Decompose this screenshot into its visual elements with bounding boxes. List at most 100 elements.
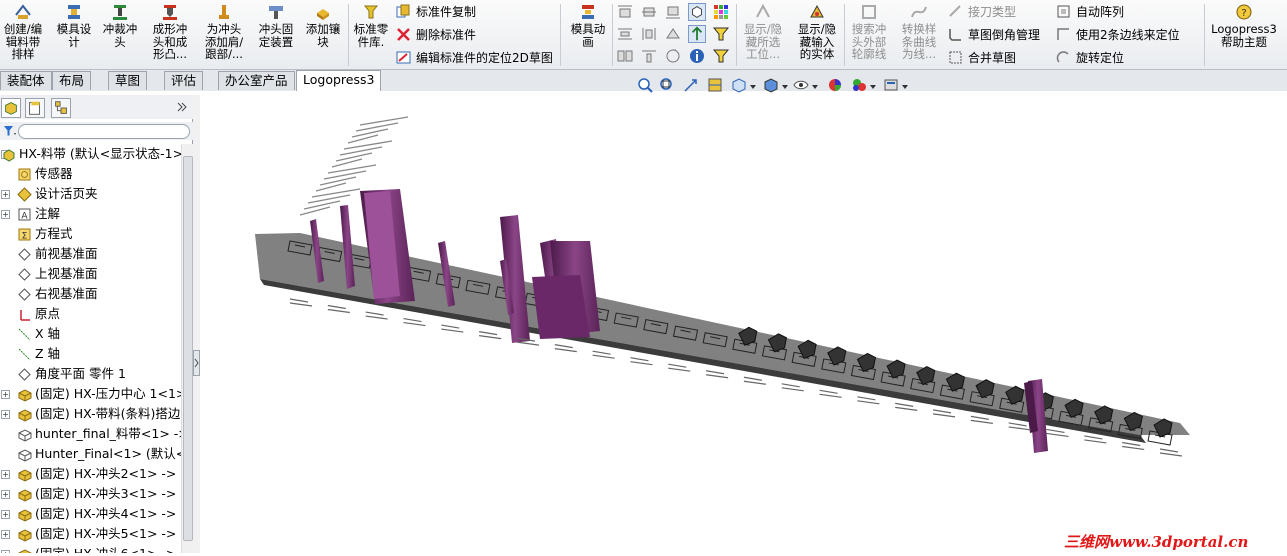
filter-punch-icon[interactable] xyxy=(712,25,730,43)
tree-item[interactable]: 前视基准面 xyxy=(0,244,181,264)
move-punch-icon[interactable] xyxy=(688,25,706,43)
tree-item[interactable]: + A 注解 xyxy=(0,204,181,224)
expand-icon[interactable]: + xyxy=(1,210,10,219)
tree-item[interactable]: + (固定) HX-冲头5<1> -> ( xyxy=(0,524,181,544)
dropdown-arrow-icon[interactable] xyxy=(901,83,909,91)
zoom-area-icon[interactable] xyxy=(658,76,676,94)
dropdown-arrow-icon[interactable] xyxy=(811,83,819,91)
punch-shoulder-button[interactable]: 为冲头 添加肩/ 跟部/... xyxy=(200,2,248,61)
convert-spline-button[interactable]: 转换样 条曲线 为线... xyxy=(896,2,942,61)
tree-item[interactable]: + (固定) HX-带料(条料)搭边 xyxy=(0,404,181,424)
tab-logopress3[interactable]: Logopress3 xyxy=(296,70,382,91)
die-animation-button[interactable]: 模具动 画 xyxy=(566,2,610,48)
rotate-positioning-button[interactable]: 旋转定位 xyxy=(1056,50,1124,65)
mirror-icon[interactable] xyxy=(616,47,634,65)
panel-splitter[interactable] xyxy=(193,95,200,553)
hide-show-icon[interactable] xyxy=(792,76,810,94)
expand-icon[interactable]: + xyxy=(1,190,10,199)
view-settings-icon[interactable] xyxy=(882,76,900,94)
previous-view-icon[interactable] xyxy=(682,76,700,94)
view-cube-icon[interactable] xyxy=(688,3,706,21)
filter-icon[interactable] xyxy=(3,124,17,138)
tab-assembly[interactable]: 装配体 xyxy=(0,71,52,90)
tab-evaluate[interactable]: 评估 xyxy=(164,71,204,90)
graphics-viewport[interactable] xyxy=(200,91,1287,553)
expand-icon[interactable]: + xyxy=(1,530,10,539)
offset-icon[interactable] xyxy=(664,25,682,43)
pattern-icon[interactable] xyxy=(640,47,658,65)
expand-icon[interactable]: + xyxy=(1,410,10,419)
tree-scrollbar-thumb[interactable] xyxy=(183,156,193,541)
edit-appearance-icon[interactable] xyxy=(826,76,844,94)
edit-positioning-sketch-button[interactable]: 编辑标准件的定位2D草图 xyxy=(396,50,553,65)
punch-fixing-button[interactable]: 冲头固 定装置 xyxy=(254,2,298,48)
two-edge-positioning-button[interactable]: 使用2条边线来定位 xyxy=(1056,27,1180,42)
tree-item[interactable]: + 设计活页夹 xyxy=(0,184,181,204)
align-bottom-icon[interactable] xyxy=(664,3,682,21)
collapse-panel-icon[interactable] xyxy=(193,350,200,376)
tree-item[interactable]: + (固定) HX-冲头4<1> -> ( xyxy=(0,504,181,524)
tree-scrollbar[interactable] xyxy=(181,144,193,553)
forming-punch-button[interactable]: 成形冲 头和成 形凸... xyxy=(148,2,192,61)
display-style-icon[interactable] xyxy=(762,76,780,94)
tree-filter-input[interactable] xyxy=(18,124,190,139)
tree-item[interactable]: 右视基准面 xyxy=(0,284,181,304)
zoom-fit-icon[interactable] xyxy=(636,76,654,94)
tree-item[interactable]: hunter_final_料带<1> -> xyxy=(0,424,181,444)
strip-layout-button[interactable]: 创建/编 辑料带 排样 xyxy=(0,2,46,61)
expand-icon[interactable]: + xyxy=(1,510,10,519)
add-insert-button[interactable]: 添加镶 块 xyxy=(302,2,344,48)
filter-standard-icon[interactable] xyxy=(712,47,730,65)
distribute-v-icon[interactable] xyxy=(640,25,658,43)
tree-item[interactable]: -HX-料带 (默认<显示状态-1> xyxy=(0,144,181,164)
tab-sketch[interactable]: 草图 xyxy=(108,71,148,90)
expand-icon[interactable]: + xyxy=(1,390,10,399)
copy-standard-part-button[interactable]: 标准件复制 xyxy=(396,4,476,19)
tree-item[interactable]: + (固定) HX-冲头3<1> -> ( xyxy=(0,484,181,504)
distribute-icon[interactable] xyxy=(616,25,634,43)
tree-item[interactable]: Hunter_Final<1> (默认<< xyxy=(0,444,181,464)
search-punch-contour-button[interactable]: 搜索冲 头外部 轮廓线 xyxy=(846,2,892,61)
section-view-icon[interactable] xyxy=(706,76,724,94)
tree-item[interactable]: Σ 方程式 xyxy=(0,224,181,244)
tree-item[interactable]: 传感器 xyxy=(0,164,181,184)
die-design-button[interactable]: 模具设 计 xyxy=(54,2,94,48)
show-hide-input-button[interactable]: 显示/隐 藏输入 的实体 xyxy=(794,2,840,61)
tree-item[interactable]: 原点 xyxy=(0,304,181,324)
tree-item[interactable]: X 轴 xyxy=(0,324,181,344)
dropdown-arrow-icon[interactable] xyxy=(749,83,757,91)
show-hide-stations-button[interactable]: 显示/隐 藏所选 工位... xyxy=(740,2,786,61)
apply-scene-icon[interactable] xyxy=(850,76,868,94)
tree-item[interactable]: +(固定) HX-冲头6<1> -> ( xyxy=(0,544,181,553)
merge-sketch-button[interactable]: 合并草图 xyxy=(948,50,1016,65)
sketch-chamfer-button[interactable]: 草图倒角管理 xyxy=(948,27,1040,42)
tree-item[interactable]: + (固定) HX-压力中心 1<1> xyxy=(0,384,181,404)
logopress-help-button[interactable]: ? Logopress3 帮助主题 xyxy=(1208,2,1280,48)
auto-array-button[interactable]: 自动阵列 xyxy=(1056,4,1124,19)
rotate-icon[interactable] xyxy=(664,47,682,65)
dropdown-arrow-icon[interactable] xyxy=(781,83,789,91)
tree-item[interactable]: Z 轴 xyxy=(0,344,181,364)
configuration-manager-tab-icon[interactable] xyxy=(51,98,71,118)
view-orientation-icon[interactable] xyxy=(730,76,748,94)
property-manager-tab-icon[interactable] xyxy=(25,98,45,118)
strip-layout-model[interactable] xyxy=(200,91,1287,553)
tree-item[interactable]: 角度平面 零件 1 xyxy=(0,364,181,384)
color-grid-icon[interactable] xyxy=(712,3,730,21)
delete-standard-part-button[interactable]: 删除标准件 xyxy=(396,27,476,42)
tab-office-products[interactable]: 办公室产品 xyxy=(218,71,295,90)
align-top-icon[interactable] xyxy=(616,3,634,21)
tree-item[interactable]: + (固定) HX-冲头2<1> -> ( xyxy=(0,464,181,484)
align-middle-icon[interactable] xyxy=(640,3,658,21)
expand-icon[interactable]: + xyxy=(1,470,10,479)
dropdown-arrow-icon[interactable] xyxy=(869,83,877,91)
feature-manager-tab-icon[interactable] xyxy=(1,98,21,118)
punch-knife-type-button[interactable]: 接刀类型 xyxy=(948,4,1016,19)
expand-icon[interactable]: + xyxy=(1,490,10,499)
info-icon[interactable] xyxy=(688,47,706,65)
tree-item[interactable]: 上视基准面 xyxy=(0,264,181,284)
tab-layout[interactable]: 布局 xyxy=(52,71,92,90)
expand-panel-icon[interactable] xyxy=(176,101,188,113)
cutting-punch-button[interactable]: 冲裁冲 头 xyxy=(100,2,140,48)
standard-parts-button[interactable]: 标准零 件库. xyxy=(350,2,392,48)
